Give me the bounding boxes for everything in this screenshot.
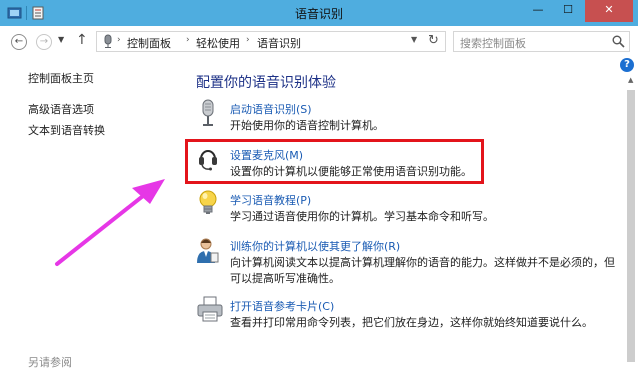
- forward-button[interactable]: →: [36, 34, 52, 50]
- breadcrumb-separator[interactable]: ›: [186, 35, 190, 45]
- address-bar[interactable]: › 控制面板 › 轻松使用 › 语音识别 ▼ ↻: [96, 31, 446, 52]
- see-also-label: 另请参阅: [28, 356, 72, 369]
- train-computer-desc: 向计算机阅读文本以提高计算机理解你的语音的能力。这样做并不是必须的，但可以提高听…: [230, 256, 615, 285]
- help-icon[interactable]: ?: [620, 58, 634, 72]
- sidebar-item-text-to-speech[interactable]: 文本到语音转换: [28, 122, 105, 138]
- microphone-icon: [104, 34, 112, 48]
- reference-card-desc: 查看并打印常用命令列表，把它们放在身边，这样你就始终知道要说什么。: [230, 316, 593, 329]
- minimize-button[interactable]: —: [523, 0, 553, 22]
- breadcrumb-speech-recognition[interactable]: 语音识别: [257, 35, 301, 51]
- address-dropdown-icon[interactable]: ▼: [411, 35, 417, 44]
- reference-card-link[interactable]: 打开语音参考卡片(C): [230, 298, 334, 314]
- back-button[interactable]: ←: [11, 34, 27, 50]
- user-speaking-icon: [197, 238, 219, 263]
- highlight-annotation-box: [185, 139, 484, 184]
- page-title: 配置你的语音识别体验: [196, 75, 336, 91]
- search-input[interactable]: 搜索控制面板: [453, 31, 630, 52]
- scrollbar-thumb[interactable]: [627, 90, 635, 362]
- scroll-up-icon[interactable]: ▲: [628, 76, 633, 84]
- refresh-icon[interactable]: ↻: [428, 33, 439, 48]
- start-speech-recognition-link[interactable]: 启动语音识别(S): [230, 101, 312, 117]
- breadcrumb-control-panel[interactable]: 控制面板: [127, 35, 171, 51]
- speech-tutorial-desc: 学习通过语音使用你的计算机。学习基本命令和听写。: [230, 210, 494, 223]
- breadcrumb-separator[interactable]: ›: [117, 35, 121, 45]
- search-placeholder: 搜索控制面板: [460, 37, 526, 50]
- sidebar: 控制面板主页 高级语音选项 文本到语音转换 另请参阅: [0, 58, 180, 373]
- printer-icon: [197, 296, 223, 322]
- microphone-icon: [202, 99, 214, 126]
- start-speech-recognition-desc: 开始使用你的语音控制计算机。: [230, 119, 384, 132]
- maximize-button[interactable]: ☐: [553, 0, 583, 22]
- speech-tutorial-link[interactable]: 学习语音教程(P): [230, 192, 311, 208]
- sidebar-item-control-panel-home[interactable]: 控制面板主页: [28, 70, 94, 86]
- recent-locations-button[interactable]: ▼: [58, 35, 64, 44]
- breadcrumb-ease-of-access[interactable]: 轻松使用: [196, 35, 240, 51]
- close-button[interactable]: ✕: [585, 0, 633, 22]
- title-bar: 语音识别 — ☐ ✕: [0, 0, 638, 26]
- search-icon[interactable]: [612, 35, 625, 48]
- scrollbar[interactable]: ▲: [624, 76, 638, 373]
- up-button[interactable]: ↑: [76, 32, 88, 48]
- train-computer-link[interactable]: 训练你的计算机以使其更了解你(R): [230, 238, 400, 254]
- navigation-bar: ← → ▼ ↑ › 控制面板 › 轻松使用 › 语音识别 ▼ ↻ 搜索控制面板: [0, 26, 638, 58]
- breadcrumb-separator[interactable]: ›: [246, 35, 250, 45]
- lightbulb-icon: [199, 190, 217, 214]
- sidebar-item-advanced-speech-options[interactable]: 高级语音选项: [28, 101, 94, 117]
